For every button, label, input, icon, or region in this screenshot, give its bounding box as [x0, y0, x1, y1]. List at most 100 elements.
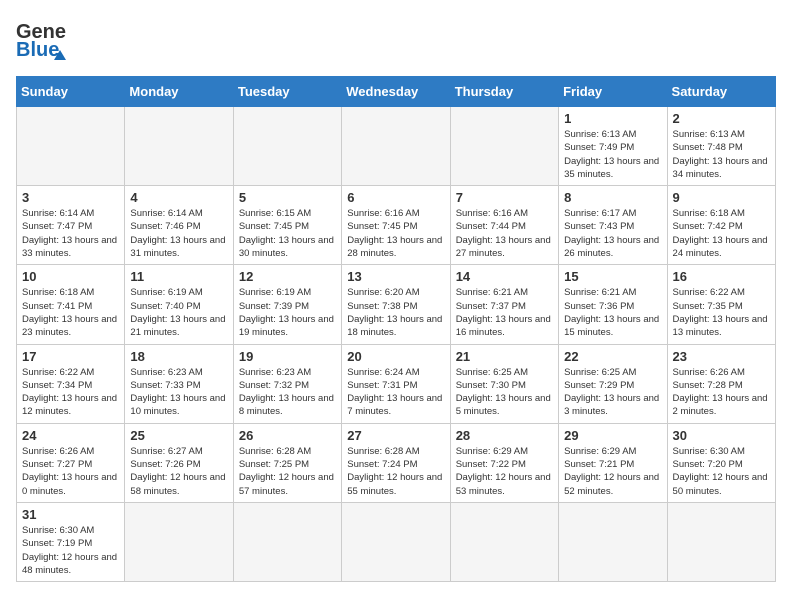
- calendar-cell: 16 Sunrise: 6:22 AM Sunset: 7:35 PM Dayli…: [667, 265, 775, 344]
- calendar-cell: 1 Sunrise: 6:13 AM Sunset: 7:49 PM Daylig…: [559, 107, 667, 186]
- logo: General Blue: [16, 16, 66, 66]
- calendar-cell: 22 Sunrise: 6:25 AM Sunset: 7:29 PM Dayli…: [559, 344, 667, 423]
- calendar-cell: 17 Sunrise: 6:22 AM Sunset: 7:34 PM Dayli…: [17, 344, 125, 423]
- day-number: 14: [456, 269, 553, 284]
- calendar-cell: 19 Sunrise: 6:23 AM Sunset: 7:32 PM Dayli…: [233, 344, 341, 423]
- calendar-cell: [450, 502, 558, 581]
- calendar-week-5: 24 Sunrise: 6:26 AM Sunset: 7:27 PM Dayli…: [17, 423, 776, 502]
- day-info: Sunrise: 6:16 AM Sunset: 7:44 PM Dayligh…: [456, 207, 553, 260]
- calendar-cell: 11 Sunrise: 6:19 AM Sunset: 7:40 PM Dayli…: [125, 265, 233, 344]
- calendar-header-row: SundayMondayTuesdayWednesdayThursdayFrid…: [17, 77, 776, 107]
- calendar-cell: [450, 107, 558, 186]
- day-of-week-wednesday: Wednesday: [342, 77, 450, 107]
- day-number: 8: [564, 190, 661, 205]
- day-info: Sunrise: 6:25 AM Sunset: 7:29 PM Dayligh…: [564, 366, 661, 419]
- day-number: 2: [673, 111, 770, 126]
- calendar-cell: 3 Sunrise: 6:14 AM Sunset: 7:47 PM Daylig…: [17, 186, 125, 265]
- calendar-cell: 27Sunrise: 6:28 AM Sunset: 7:24 PM Dayli…: [342, 423, 450, 502]
- calendar-cell: [125, 107, 233, 186]
- calendar-week-6: 31 Sunrise: 6:30 AM Sunset: 7:19 PM Dayli…: [17, 502, 776, 581]
- calendar-cell: [559, 502, 667, 581]
- calendar-cell: 28 Sunrise: 6:29 AM Sunset: 7:22 PM Dayli…: [450, 423, 558, 502]
- day-number: 6: [347, 190, 444, 205]
- day-info: Sunrise: 6:30 AM Sunset: 7:20 PM Dayligh…: [673, 445, 770, 498]
- calendar-cell: 26Sunrise: 6:28 AM Sunset: 7:25 PM Dayli…: [233, 423, 341, 502]
- calendar-cell: 20 Sunrise: 6:24 AM Sunset: 7:31 PM Dayli…: [342, 344, 450, 423]
- day-number: 5: [239, 190, 336, 205]
- calendar: SundayMondayTuesdayWednesdayThursdayFrid…: [16, 76, 776, 582]
- day-info: Sunrise: 6:13 AM Sunset: 7:49 PM Dayligh…: [564, 128, 661, 181]
- day-info: Sunrise: 6:23 AM Sunset: 7:32 PM Dayligh…: [239, 366, 336, 419]
- day-info: Sunrise: 6:26 AM Sunset: 7:28 PM Dayligh…: [673, 366, 770, 419]
- day-info: Sunrise: 6:27 AM Sunset: 7:26 PM Dayligh…: [130, 445, 227, 498]
- day-info: Sunrise: 6:30 AM Sunset: 7:19 PM Dayligh…: [22, 524, 119, 577]
- day-info: Sunrise: 6:14 AM Sunset: 7:47 PM Dayligh…: [22, 207, 119, 260]
- calendar-week-4: 17 Sunrise: 6:22 AM Sunset: 7:34 PM Dayli…: [17, 344, 776, 423]
- day-info: Sunrise: 6:20 AM Sunset: 7:38 PM Dayligh…: [347, 286, 444, 339]
- calendar-cell: 18 Sunrise: 6:23 AM Sunset: 7:33 PM Dayli…: [125, 344, 233, 423]
- day-number: 18: [130, 349, 227, 364]
- day-info: Sunrise: 6:23 AM Sunset: 7:33 PM Dayligh…: [130, 366, 227, 419]
- calendar-week-3: 10Sunrise: 6:18 AM Sunset: 7:41 PM Dayli…: [17, 265, 776, 344]
- calendar-cell: 8Sunrise: 6:17 AM Sunset: 7:43 PM Daylig…: [559, 186, 667, 265]
- day-number: 24: [22, 428, 119, 443]
- calendar-cell: [233, 502, 341, 581]
- day-number: 7: [456, 190, 553, 205]
- day-number: 4: [130, 190, 227, 205]
- day-number: 25: [130, 428, 227, 443]
- day-of-week-sunday: Sunday: [17, 77, 125, 107]
- calendar-cell: 25 Sunrise: 6:27 AM Sunset: 7:26 PM Dayli…: [125, 423, 233, 502]
- day-info: Sunrise: 6:26 AM Sunset: 7:27 PM Dayligh…: [22, 445, 119, 498]
- day-info: Sunrise: 6:22 AM Sunset: 7:34 PM Dayligh…: [22, 366, 119, 419]
- day-info: Sunrise: 6:29 AM Sunset: 7:22 PM Dayligh…: [456, 445, 553, 498]
- day-number: 21: [456, 349, 553, 364]
- day-of-week-thursday: Thursday: [450, 77, 558, 107]
- day-of-week-saturday: Saturday: [667, 77, 775, 107]
- day-number: 3: [22, 190, 119, 205]
- logo-icon: General Blue: [16, 16, 66, 66]
- day-number: 31: [22, 507, 119, 522]
- calendar-cell: 6 Sunrise: 6:16 AM Sunset: 7:45 PM Daylig…: [342, 186, 450, 265]
- calendar-cell: [125, 502, 233, 581]
- day-info: Sunrise: 6:19 AM Sunset: 7:39 PM Dayligh…: [239, 286, 336, 339]
- day-number: 23: [673, 349, 770, 364]
- day-number: 13: [347, 269, 444, 284]
- day-number: 26: [239, 428, 336, 443]
- day-number: 9: [673, 190, 770, 205]
- day-number: 16: [673, 269, 770, 284]
- day-number: 20: [347, 349, 444, 364]
- calendar-cell: [17, 107, 125, 186]
- calendar-cell: 29Sunrise: 6:29 AM Sunset: 7:21 PM Dayli…: [559, 423, 667, 502]
- day-of-week-monday: Monday: [125, 77, 233, 107]
- day-number: 15: [564, 269, 661, 284]
- day-info: Sunrise: 6:19 AM Sunset: 7:40 PM Dayligh…: [130, 286, 227, 339]
- calendar-cell: 9Sunrise: 6:18 AM Sunset: 7:42 PM Daylig…: [667, 186, 775, 265]
- day-info: Sunrise: 6:24 AM Sunset: 7:31 PM Dayligh…: [347, 366, 444, 419]
- calendar-week-1: 1 Sunrise: 6:13 AM Sunset: 7:49 PM Daylig…: [17, 107, 776, 186]
- day-number: 17: [22, 349, 119, 364]
- day-number: 19: [239, 349, 336, 364]
- calendar-cell: 12Sunrise: 6:19 AM Sunset: 7:39 PM Dayli…: [233, 265, 341, 344]
- day-info: Sunrise: 6:16 AM Sunset: 7:45 PM Dayligh…: [347, 207, 444, 260]
- day-number: 22: [564, 349, 661, 364]
- day-info: Sunrise: 6:13 AM Sunset: 7:48 PM Dayligh…: [673, 128, 770, 181]
- calendar-cell: 13 Sunrise: 6:20 AM Sunset: 7:38 PM Dayli…: [342, 265, 450, 344]
- calendar-cell: 10Sunrise: 6:18 AM Sunset: 7:41 PM Dayli…: [17, 265, 125, 344]
- day-number: 11: [130, 269, 227, 284]
- calendar-cell: 14Sunrise: 6:21 AM Sunset: 7:37 PM Dayli…: [450, 265, 558, 344]
- day-info: Sunrise: 6:28 AM Sunset: 7:24 PM Dayligh…: [347, 445, 444, 498]
- calendar-cell: 4Sunrise: 6:14 AM Sunset: 7:46 PM Daylig…: [125, 186, 233, 265]
- calendar-cell: [667, 502, 775, 581]
- day-info: Sunrise: 6:21 AM Sunset: 7:36 PM Dayligh…: [564, 286, 661, 339]
- day-info: Sunrise: 6:18 AM Sunset: 7:41 PM Dayligh…: [22, 286, 119, 339]
- calendar-cell: 23 Sunrise: 6:26 AM Sunset: 7:28 PM Dayli…: [667, 344, 775, 423]
- day-number: 28: [456, 428, 553, 443]
- calendar-cell: [342, 107, 450, 186]
- calendar-cell: 21Sunrise: 6:25 AM Sunset: 7:30 PM Dayli…: [450, 344, 558, 423]
- day-number: 1: [564, 111, 661, 126]
- calendar-cell: [233, 107, 341, 186]
- svg-text:Blue: Blue: [16, 39, 59, 61]
- day-of-week-friday: Friday: [559, 77, 667, 107]
- day-info: Sunrise: 6:22 AM Sunset: 7:35 PM Dayligh…: [673, 286, 770, 339]
- logo-svg: General Blue: [16, 16, 66, 66]
